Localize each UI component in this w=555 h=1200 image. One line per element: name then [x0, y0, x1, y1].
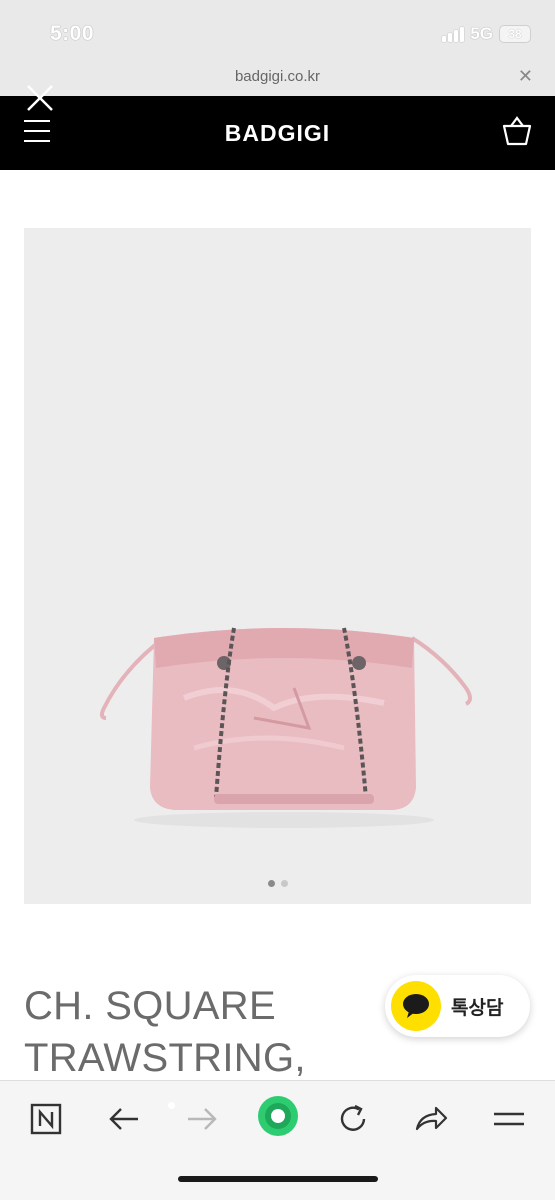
browser-toolbar [0, 1080, 555, 1200]
chat-label: 톡상담 [451, 996, 504, 1019]
close-icon[interactable] [24, 82, 56, 114]
cart-icon[interactable] [501, 114, 533, 148]
forward-arrow-icon[interactable] [180, 1097, 224, 1141]
menu-lines-icon[interactable] [487, 1097, 531, 1141]
url-bar[interactable]: badgigi.co.kr [0, 68, 555, 85]
green-home-icon[interactable] [255, 1093, 301, 1139]
battery-icon: 38 [499, 25, 531, 43]
home-indicator[interactable] [178, 1176, 378, 1182]
product-image[interactable] [24, 228, 531, 904]
network-label: 5G [470, 24, 493, 43]
naver-n-icon[interactable] [24, 1097, 68, 1141]
bag-illustration [99, 627, 472, 828]
signal-icon [442, 26, 465, 42]
product-title-line-1: CH. SQUARE [24, 984, 276, 1028]
pager-dot-1[interactable] [267, 880, 275, 887]
kakao-chat-button[interactable]: 톡상담 [385, 975, 530, 1037]
reload-icon[interactable] [331, 1097, 375, 1141]
pager-dot-2[interactable] [280, 880, 288, 887]
url-close-icon[interactable]: ✕ [518, 66, 533, 87]
share-icon[interactable] [409, 1097, 453, 1141]
screen: 5:00 5G 38 badgigi.co.kr ✕ BADGIGI CH. S… [0, 0, 555, 1200]
status-time: 5:00 [50, 22, 95, 45]
toolbar-pager-dot [168, 1102, 175, 1109]
back-arrow-icon[interactable] [102, 1097, 146, 1141]
status-indicators: 5G 38 [442, 24, 531, 44]
brand-logo[interactable]: BADGIGI [0, 120, 555, 147]
status-bar: 5:00 5G 38 badgigi.co.kr ✕ [0, 0, 555, 96]
image-pager[interactable] [24, 880, 531, 887]
kakao-talk-icon [391, 981, 441, 1031]
